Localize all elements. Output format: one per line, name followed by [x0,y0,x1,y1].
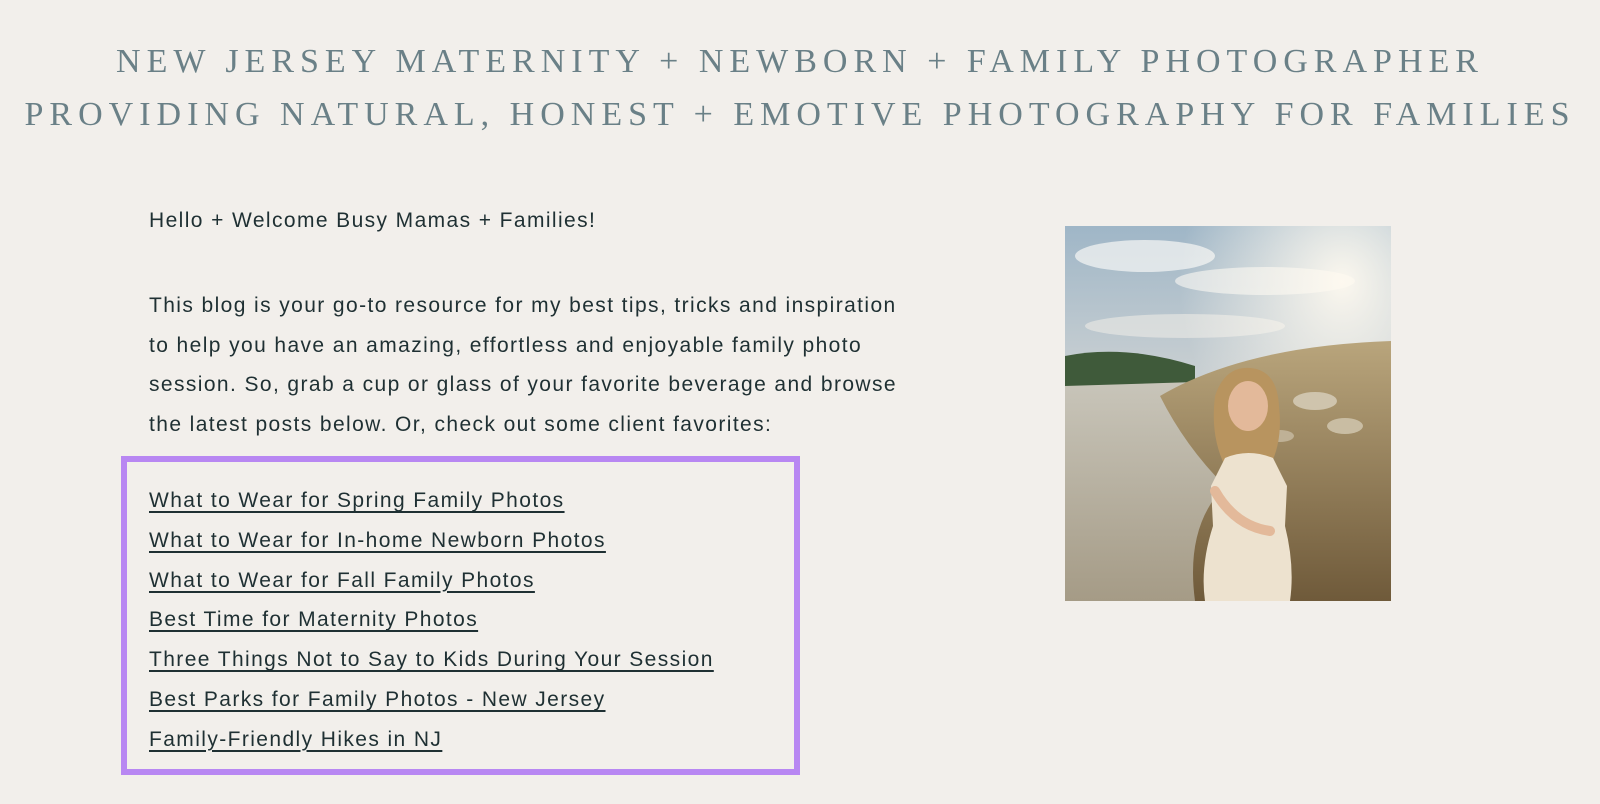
favorite-link-three-things-kids[interactable]: Three Things Not to Say to Kids During Y… [149,648,714,671]
list-item: Best Time for Maternity Photos [149,600,714,640]
welcome-heading: Hello + Welcome Busy Mamas + Families! [149,209,597,232]
list-item: What to Wear for In-home Newborn Photos [149,521,714,561]
list-item: Three Things Not to Say to Kids During Y… [149,640,714,680]
favorite-link-fall-family-photos[interactable]: What to Wear for Fall Family Photos [149,569,535,592]
list-item: Family-Friendly Hikes in NJ [149,720,714,760]
intro-paragraph: This blog is your go-to resource for my … [149,286,1019,444]
client-favorites-list: What to Wear for Spring Family Photos Wh… [149,481,714,760]
list-item: What to Wear for Spring Family Photos [149,481,714,521]
favorite-link-best-time-maternity[interactable]: Best Time for Maternity Photos [149,608,478,631]
favorite-link-family-hikes-nj[interactable]: Family-Friendly Hikes in NJ [149,728,442,751]
page: NEW JERSEY MATERNITY + NEWBORN + FAMILY … [0,0,1600,804]
favorite-link-spring-family-photos[interactable]: What to Wear for Spring Family Photos [149,489,565,512]
intro-line: to help you have an amazing, effortless … [149,333,863,357]
intro-line: session. So, grab a cup or glass of your… [149,373,897,396]
intro-line: This blog is your go-to resource for my … [149,294,897,317]
site-tagline-line-1: NEW JERSEY MATERNITY + NEWBORN + FAMILY … [116,43,1484,80]
portrait-illustration [1065,226,1391,601]
intro-line: the latest posts below. Or, check out so… [149,412,773,436]
list-item: Best Parks for Family Photos - New Jerse… [149,680,714,720]
photographer-portrait-photo [1065,226,1391,601]
list-item: What to Wear for Fall Family Photos [149,561,714,601]
favorite-link-best-parks-nj[interactable]: Best Parks for Family Photos - New Jerse… [149,688,606,711]
site-tagline-line-2: PROVIDING NATURAL, HONEST + EMOTIVE PHOT… [24,96,1576,133]
favorite-link-in-home-newborn-photos[interactable]: What to Wear for In-home Newborn Photos [149,529,606,552]
